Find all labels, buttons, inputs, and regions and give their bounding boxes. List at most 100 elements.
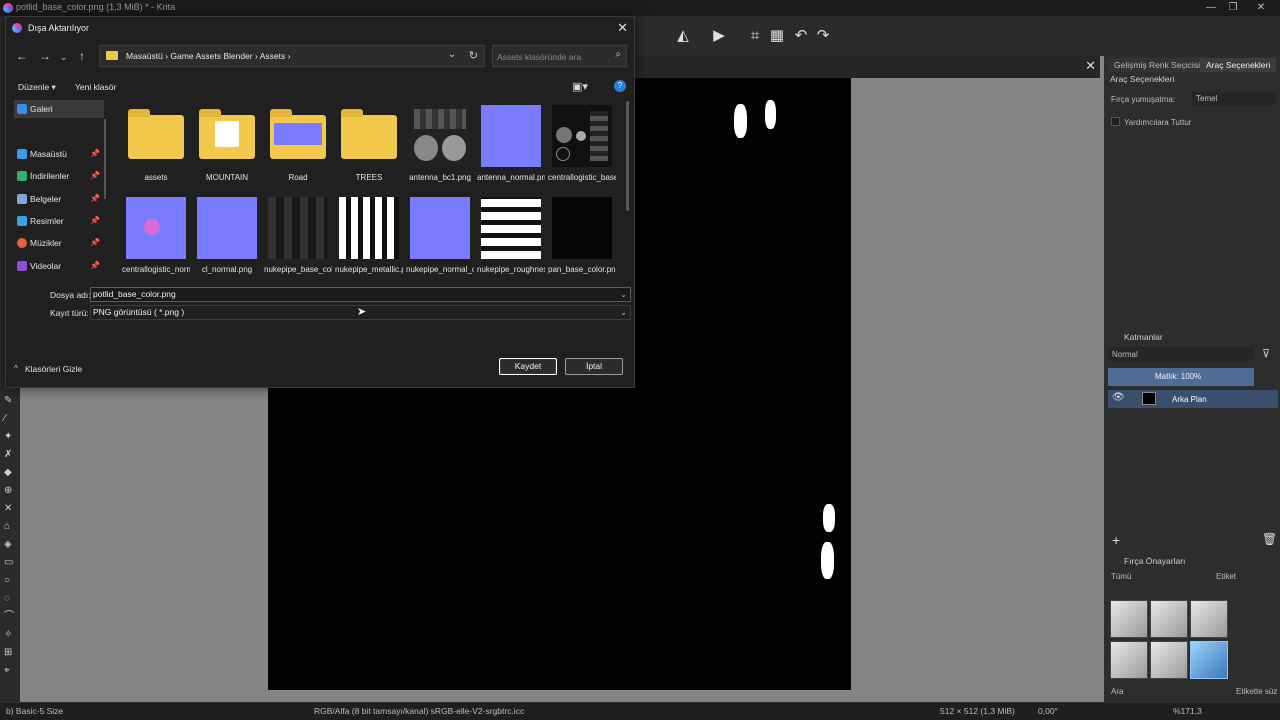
file-item[interactable]: antenna_bc1.png	[406, 105, 474, 193]
presets-search[interactable]: Ara	[1111, 687, 1123, 696]
mirror-vertical-icon[interactable]: ▶	[708, 26, 730, 46]
restore-icon[interactable]: ❐	[1226, 1, 1240, 15]
grid-icon[interactable]: ▦	[766, 26, 788, 46]
file-item[interactable]: antenna_normal.png	[477, 105, 545, 193]
sidebar-item-downloads[interactable]: İndirilenler 📌	[14, 167, 104, 185]
brush-preset-selected[interactable]	[1190, 641, 1228, 679]
app-titlebar: potlid_base_color.png (1,3 MiB) * - Krit…	[0, 0, 1280, 16]
filetype-label: Kayıt türü:	[50, 308, 89, 318]
mouse-cursor-icon: ➤	[357, 306, 367, 318]
opacity-slider[interactable]: Matlık: 100%	[1108, 368, 1254, 386]
file-name: MOUNTAIN	[205, 173, 249, 182]
file-item[interactable]: assets	[122, 105, 190, 193]
file-name: pan_base_color.png	[548, 265, 616, 274]
minimize-icon[interactable]: —	[1204, 1, 1218, 15]
file-item[interactable]: cl_normal.png	[193, 197, 261, 285]
file-item[interactable]: MOUNTAIN	[193, 105, 261, 193]
file-item[interactable]: Road	[264, 105, 332, 193]
file-item[interactable]: nukepipe_metallic.png	[335, 197, 403, 285]
sidebar-item-documents[interactable]: Belgeler 📌	[14, 190, 104, 208]
forward-icon[interactable]: →	[39, 49, 51, 63]
krita-logo-icon	[3, 3, 13, 13]
music-icon	[17, 238, 27, 248]
back-icon[interactable]: ←	[16, 49, 28, 63]
sidebar-item-gallery[interactable]: Galeri	[14, 100, 104, 118]
statusbar: b) Basic-5 Size RGB/Alfa (8 bit tamsayı/…	[0, 702, 1280, 720]
image-thumbnail	[126, 197, 186, 259]
assistants-checkbox[interactable]	[1111, 117, 1120, 126]
brush-preset[interactable]	[1150, 641, 1188, 679]
cancel-button[interactable]: İptal	[565, 358, 623, 375]
assistants-label: Yardımcılara Tuttur	[1124, 118, 1192, 127]
up-icon[interactable]: ↑	[79, 49, 85, 63]
search-input[interactable]	[497, 50, 607, 63]
hide-folders-button[interactable]: Klasörleri Gizle	[25, 364, 82, 374]
blend-mode-select[interactable]: Normal	[1108, 347, 1254, 361]
filter-icon[interactable]: ⊽	[1262, 347, 1270, 360]
address-bar[interactable]: Masaüstü › Game Assets Blender › Assets …	[99, 45, 485, 67]
status-image-size: 512 × 512 (1,3 MiB)	[940, 706, 1015, 716]
add-layer-icon[interactable]: +	[1112, 532, 1120, 548]
save-button[interactable]: Kaydet	[499, 358, 557, 375]
file-item[interactable]: centrallogistic_normal.png	[122, 197, 190, 285]
sidebar-item-music[interactable]: Müzikler 📌	[14, 234, 104, 252]
file-name: antenna_bc1.png	[409, 173, 471, 182]
view-options-icon[interactable]: ▣▾	[572, 80, 588, 93]
breadcrumb[interactable]: Masaüstü › Game Assets Blender › Assets …	[126, 51, 290, 61]
chevron-down-icon[interactable]: ⌄	[620, 288, 627, 301]
pin-icon: 📌	[90, 238, 100, 247]
brush-smoothing-select[interactable]: Temel	[1192, 92, 1276, 105]
export-dialog: Dışa Aktarılıyor ✕ ← → ⌄ ↑ Masaüstü › Ga…	[5, 16, 635, 388]
refresh-icon[interactable]: ↻	[469, 49, 478, 62]
presets-filter[interactable]: Tümü	[1111, 572, 1131, 581]
chevron-up-icon[interactable]: ^	[14, 364, 18, 373]
file-list-scrollbar[interactable]	[626, 101, 629, 211]
image-thumbnail	[481, 105, 541, 167]
brush-preset[interactable]	[1110, 641, 1148, 679]
chevron-down-icon[interactable]: ⌄	[620, 306, 627, 319]
status-zoom[interactable]: %171,3	[1173, 706, 1202, 716]
tab-tool-options[interactable]: Araç Seçenekleri	[1200, 58, 1277, 72]
search-box[interactable]: ⌕	[492, 45, 627, 67]
presets-tag-filter[interactable]: Etikette süz	[1236, 687, 1277, 696]
close-icon[interactable]: ✕	[617, 20, 628, 36]
layer-row[interactable]: 👁 Arka Plan	[1108, 390, 1278, 408]
file-item[interactable]: nukepipe_base_color.png	[264, 197, 332, 285]
navigation-pane: Galeri Masaüstü 📌 İndirilenler 📌 Belgele…	[7, 97, 107, 279]
nav-scrollbar[interactable]	[104, 119, 106, 199]
image-thumbnail	[481, 197, 541, 259]
brush-preset[interactable]	[1110, 600, 1148, 638]
chevron-down-icon[interactable]: ⌄	[448, 49, 456, 60]
sidebar-item-desktop[interactable]: Masaüstü 📌	[14, 145, 104, 163]
tab-advanced-color-selector[interactable]: Gelişmiş Renk Seçicisi	[1108, 58, 1206, 72]
organize-button[interactable]: Düzenle ▾	[18, 82, 56, 93]
file-name: Road	[288, 173, 308, 182]
sidebar-item-videos[interactable]: Videolar 📌	[14, 257, 104, 275]
undo-icon[interactable]: ↶	[790, 26, 812, 46]
redo-icon[interactable]: ↷	[812, 26, 834, 46]
sidebar-item-pictures[interactable]: Resimler 📌	[14, 212, 104, 230]
toolbox-icons[interactable]: ✎ ⁄ ✦ ✗ ◆ ⊕ ✕ ⌂ ◈ ▭ ○ ◌ ⌒ ✧ ⊞ ⌖	[4, 392, 16, 680]
presets-tag[interactable]: Etiket	[1216, 572, 1236, 581]
close-document-icon[interactable]: ✕	[1085, 58, 1096, 74]
mirror-horizontal-icon[interactable]: ◭	[672, 26, 694, 46]
file-item[interactable]: nukepipe_roughness.png	[477, 197, 545, 285]
file-item[interactable]: TREES	[335, 105, 403, 193]
file-item[interactable]: pan_base_color.png	[548, 197, 616, 285]
brush-preset[interactable]	[1190, 600, 1228, 638]
status-rotation[interactable]: 0,00°	[1038, 706, 1058, 716]
document-icon	[17, 194, 27, 204]
help-icon[interactable]: ?	[614, 80, 626, 92]
filename-field[interactable]: potlid_base_color.png ⌄	[90, 287, 631, 302]
new-folder-button[interactable]: Yeni klasör	[75, 82, 116, 92]
desktop-icon	[17, 149, 27, 159]
brush-preset[interactable]	[1150, 600, 1188, 638]
visibility-eye-icon[interactable]: 👁	[1112, 392, 1125, 403]
file-item[interactable]: nukepipe_normal_opengl.png	[406, 197, 474, 285]
file-item[interactable]: centrallogistic_base_color.png	[548, 105, 616, 193]
delete-layer-icon[interactable]: 🗑	[1262, 532, 1277, 546]
crop-icon[interactable]: ⌗	[744, 26, 766, 46]
close-app-icon[interactable]: ✕	[1254, 1, 1268, 15]
chevron-down-icon[interactable]: ⌄	[60, 52, 68, 63]
status-color-info: RGB/Alfa (8 bit tamsayı/kanal) sRGB-elle…	[314, 706, 525, 716]
